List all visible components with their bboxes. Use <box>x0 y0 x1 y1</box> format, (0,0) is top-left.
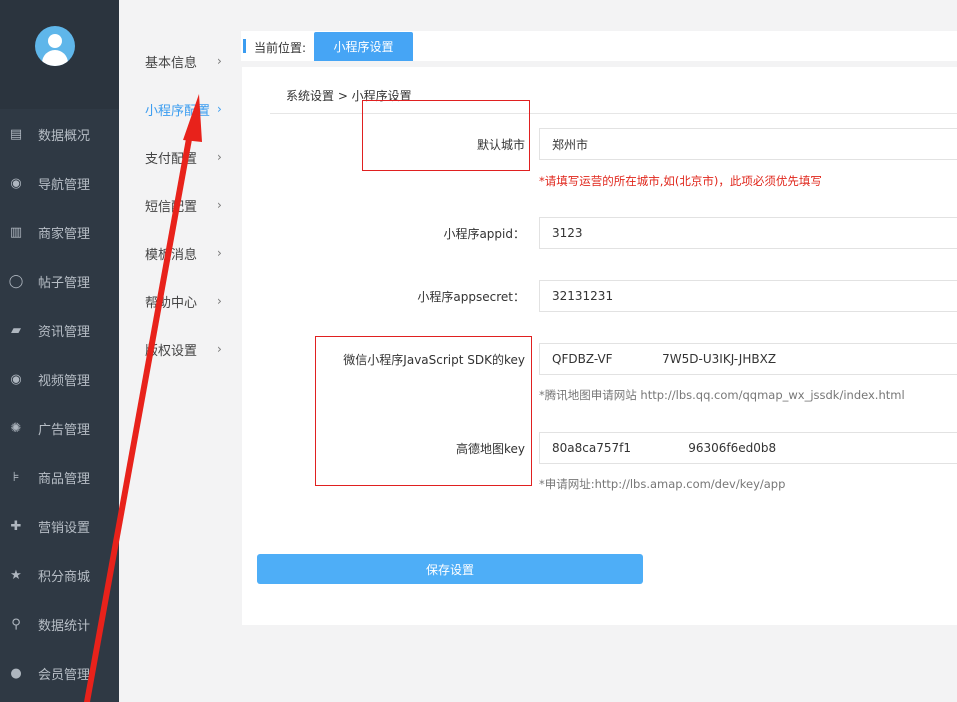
chevron-right-icon: › <box>217 342 222 356</box>
main-sidebar: ▤ 数据概况 ◉ 导航管理 ▥ 商家管理 ◯ 帖子管理 ▰ 资讯管理 ◉ 视频管理 ✺ 广告管理 ⊧ 商品管理… <box>0 0 119 702</box>
amap-key-input[interactable] <box>539 432 957 464</box>
city-hint: *请填写运营的所在城市,如(北京市)，此项必须优先填写 <box>539 174 822 188</box>
sidebar-item[interactable]: ★ 积分商城 <box>0 551 119 600</box>
sidebar-item-label: 会员管理 <box>38 668 91 683</box>
sidebar-item[interactable]: ◉ 导航管理 <box>0 159 119 208</box>
sidebar-item-label: 视频管理 <box>38 374 91 389</box>
dashboard-icon: ▤ <box>9 127 23 142</box>
save-button[interactable]: 保存设置 <box>257 554 643 584</box>
submenu-item-label: 小程序配置 <box>145 103 211 119</box>
video-icon: ◉ <box>10 372 22 387</box>
submenu-item[interactable]: 版权设置 › <box>145 339 241 359</box>
chevron-right-icon: › <box>217 246 222 260</box>
avatar[interactable] <box>35 26 75 66</box>
location-label: 当前位置: <box>254 41 307 55</box>
appid-input[interactable] <box>539 217 957 249</box>
sidebar-header <box>0 0 119 109</box>
chevron-right-icon: › <box>217 54 222 68</box>
chevron-right-icon: › <box>217 294 222 308</box>
sidebar-item[interactable]: ▥ 商家管理 <box>0 208 119 257</box>
chevron-right-icon: › <box>217 150 222 164</box>
js-sdk-key-input[interactable] <box>539 343 957 375</box>
appsecret-label: 小程序appsecret： <box>417 290 525 304</box>
sidebar-item[interactable]: ⊧ 商品管理 <box>0 453 119 502</box>
submenu-item-label: 基本信息 <box>145 55 198 71</box>
sidebar-item-label: 导航管理 <box>38 178 91 193</box>
sidebar-item[interactable]: ✺ 广告管理 <box>0 404 119 453</box>
submenu-item-label: 支付配置 <box>145 151 198 167</box>
submenu-item[interactable]: 基本信息 › <box>145 51 241 71</box>
chat-bubble-icon: ◯ <box>8 274 24 289</box>
settings-submenu: 基本信息 › 小程序配置 › 支付配置 › 短信配置 › 模板消息 › 帮助中心 › 版权设置 › <box>119 0 241 702</box>
user-icon: ● <box>10 666 22 681</box>
location-marker <box>243 39 246 53</box>
tab-miniprogram-settings[interactable]: 小程序设置 <box>314 32 413 61</box>
sidebar-item-label: 数据统计 <box>38 619 91 634</box>
submenu-item-label: 帮助中心 <box>145 295 198 311</box>
appsecret-input[interactable] <box>539 280 957 312</box>
submenu-item-label: 版权设置 <box>145 343 198 359</box>
chevron-right-icon: › <box>217 198 222 212</box>
sidebar-item[interactable]: ▤ 数据概况 <box>0 110 119 159</box>
sidebar-item[interactable]: ● 会员管理 <box>0 649 119 698</box>
submenu-item-label: 短信配置 <box>145 199 198 215</box>
submenu-item[interactable]: 模板消息 › <box>145 243 241 263</box>
submenu-item[interactable]: 帮助中心 › <box>145 291 241 311</box>
lifebuoy-icon: ✺ <box>10 421 22 436</box>
compass-icon: ◉ <box>10 176 22 191</box>
appid-label: 小程序appid： <box>443 227 525 241</box>
sidebar-item-label: 帖子管理 <box>38 276 91 291</box>
sidebar-item-label: 资讯管理 <box>38 325 91 340</box>
star-icon: ★ <box>10 568 22 583</box>
submenu-item[interactable]: 小程序配置 › <box>145 99 241 119</box>
avatar-body <box>42 50 68 66</box>
sidebar-item[interactable]: ◯ 帖子管理 <box>0 257 119 306</box>
sidebar-item[interactable]: ✚ 营销设置 <box>0 502 119 551</box>
book-icon: ▰ <box>11 323 21 338</box>
city-input[interactable] <box>539 128 957 160</box>
annotation-box-keys <box>315 336 532 486</box>
key-icon: ⚲ <box>11 617 21 632</box>
sidebar-item-label: 商品管理 <box>38 472 91 487</box>
chevron-right-icon: › <box>217 102 222 116</box>
bank-icon: ▥ <box>9 225 23 240</box>
cart-icon: ⊧ <box>12 470 20 485</box>
js-sdk-key-hint: *腾讯地图申请网站 http://lbs.qq.com/qqmap_wx_jss… <box>539 388 905 402</box>
sidebar-item-label: 商家管理 <box>38 227 91 242</box>
sidebar-item[interactable]: ⚲ 数据统计 <box>0 600 119 649</box>
submenu-item-label: 模板消息 <box>145 247 198 263</box>
sidebar-item-label: 积分商城 <box>38 570 91 585</box>
location-bar: 当前位置: 小程序设置 <box>241 31 957 61</box>
sidebar-item-label: 数据概况 <box>38 129 91 144</box>
sidebar-item-label: 广告管理 <box>38 423 91 438</box>
avatar-head <box>48 34 62 48</box>
amap-key-hint: *申请网址:http://lbs.amap.com/dev/key/app <box>539 477 786 491</box>
gift-icon: ✚ <box>10 519 22 534</box>
submenu-item[interactable]: 短信配置 › <box>145 195 241 215</box>
sidebar-item[interactable]: ◉ 视频管理 <box>0 355 119 404</box>
submenu-item[interactable]: 支付配置 › <box>145 147 241 167</box>
annotation-box-city <box>362 100 530 171</box>
sidebar-item[interactable]: ▰ 资讯管理 <box>0 306 119 355</box>
sidebar-item-label: 营销设置 <box>38 521 91 536</box>
